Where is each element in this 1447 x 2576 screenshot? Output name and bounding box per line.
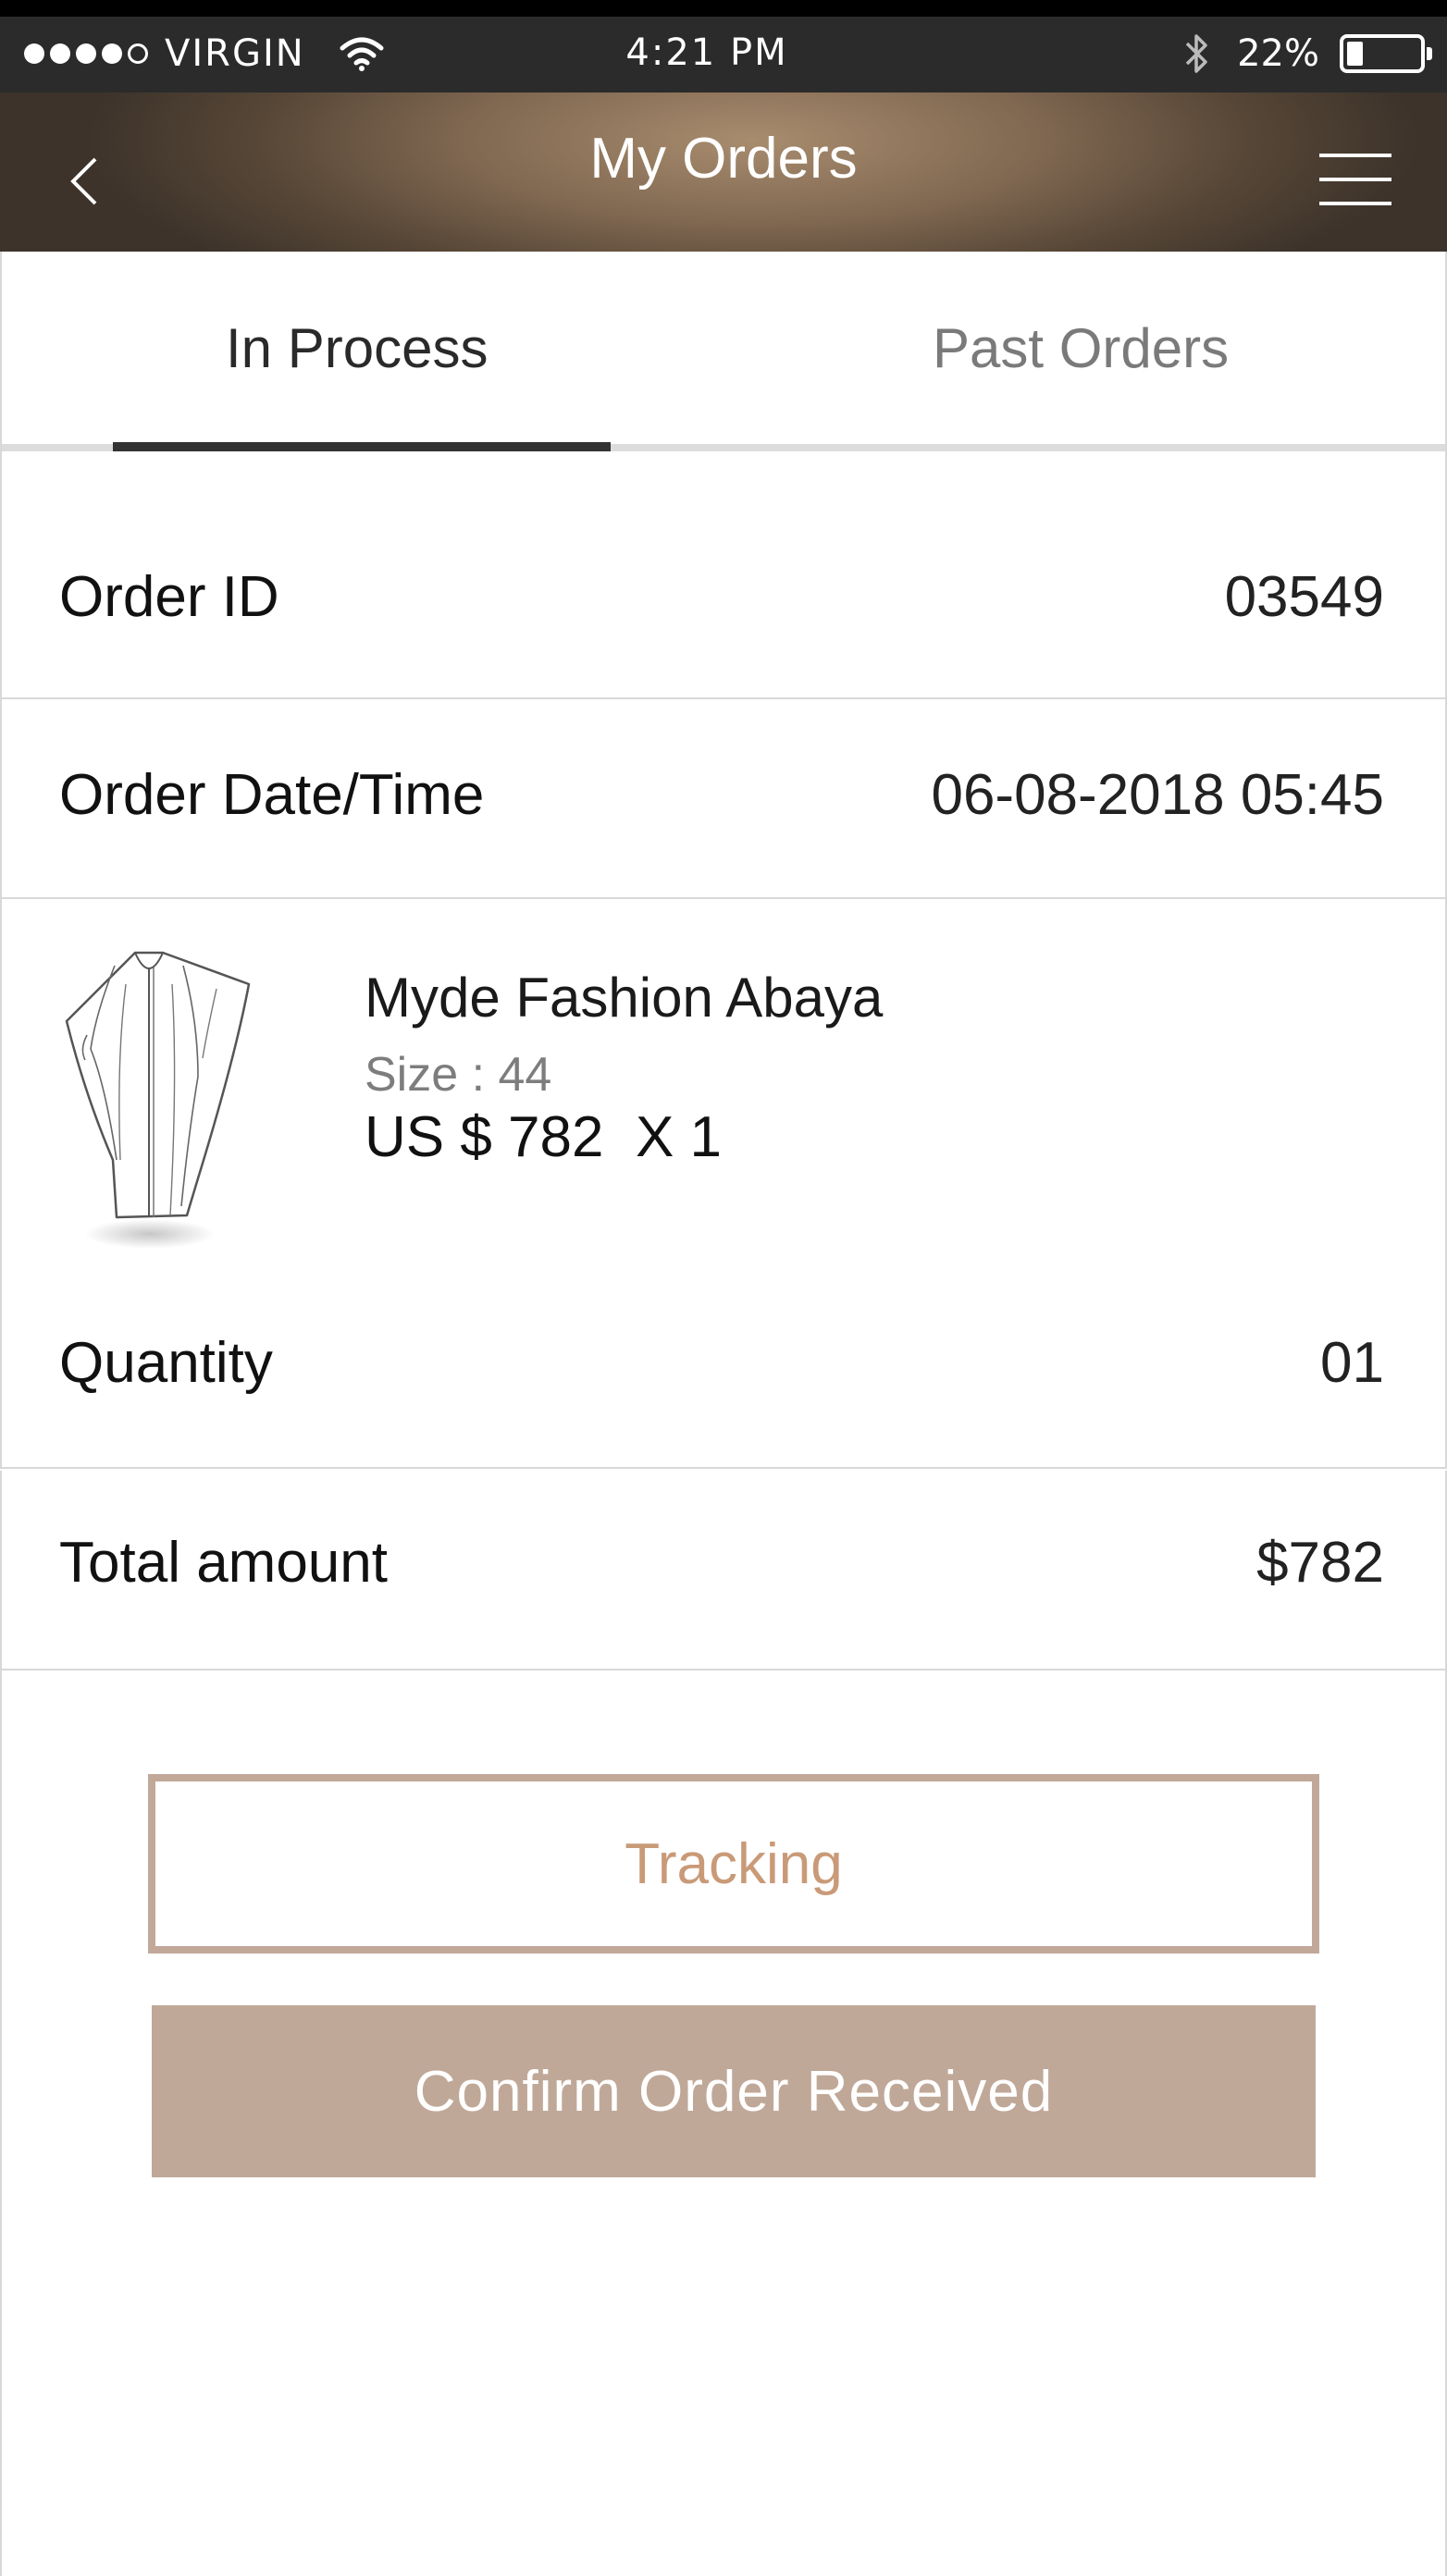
- active-tab-indicator: [113, 442, 611, 451]
- quantity-label: Quantity: [59, 1331, 273, 1395]
- total-amount-label: Total amount: [59, 1531, 388, 1595]
- quantity-row: Quantity 01: [0, 1269, 1447, 1469]
- order-date-label: Order Date/Time: [59, 763, 485, 827]
- order-id-value: 03549: [1224, 565, 1384, 629]
- tab-in-process[interactable]: In Process: [226, 316, 488, 380]
- battery-fill: [1347, 42, 1363, 66]
- quantity-value: 01: [1320, 1331, 1384, 1395]
- abaya-garment-illustration: [65, 951, 251, 1249]
- order-id-label: Order ID: [59, 565, 279, 629]
- product-size: Size : 44: [365, 1048, 552, 1102]
- hamburger-menu-icon[interactable]: [1319, 154, 1391, 209]
- tracking-button[interactable]: Tracking: [148, 1774, 1319, 1954]
- tab-past-orders[interactable]: Past Orders: [933, 316, 1229, 380]
- order-id-row: Order ID 03549: [0, 451, 1447, 699]
- total-amount-value: $782: [1256, 1531, 1384, 1595]
- total-amount-row: Total amount $782: [0, 1471, 1447, 1670]
- product-item[interactable]: Myde Fashion Abaya Size : 44 US $ 782 X …: [0, 899, 1447, 1269]
- order-date-row: Order Date/Time 06-08-2018 05:45: [0, 699, 1447, 899]
- bluetooth-icon: [1185, 34, 1207, 73]
- battery-icon: [1340, 34, 1432, 73]
- product-price: US $ 782 X 1: [365, 1105, 723, 1169]
- order-tabs: In Process Past Orders: [0, 252, 1447, 451]
- battery-percent: 22%: [1237, 32, 1319, 75]
- page-title: My Orders: [589, 127, 858, 191]
- battery-group: 22%: [1183, 30, 1432, 78]
- product-name: Myde Fashion Abaya: [365, 967, 884, 1029]
- confirm-order-received-button[interactable]: Confirm Order Received: [152, 2005, 1316, 2177]
- nav-bar: My Orders: [0, 92, 1447, 252]
- order-date-value: 06-08-2018 05:45: [931, 763, 1384, 827]
- status-bar: VIRGIN 4:21 PM 22%: [0, 0, 1447, 92]
